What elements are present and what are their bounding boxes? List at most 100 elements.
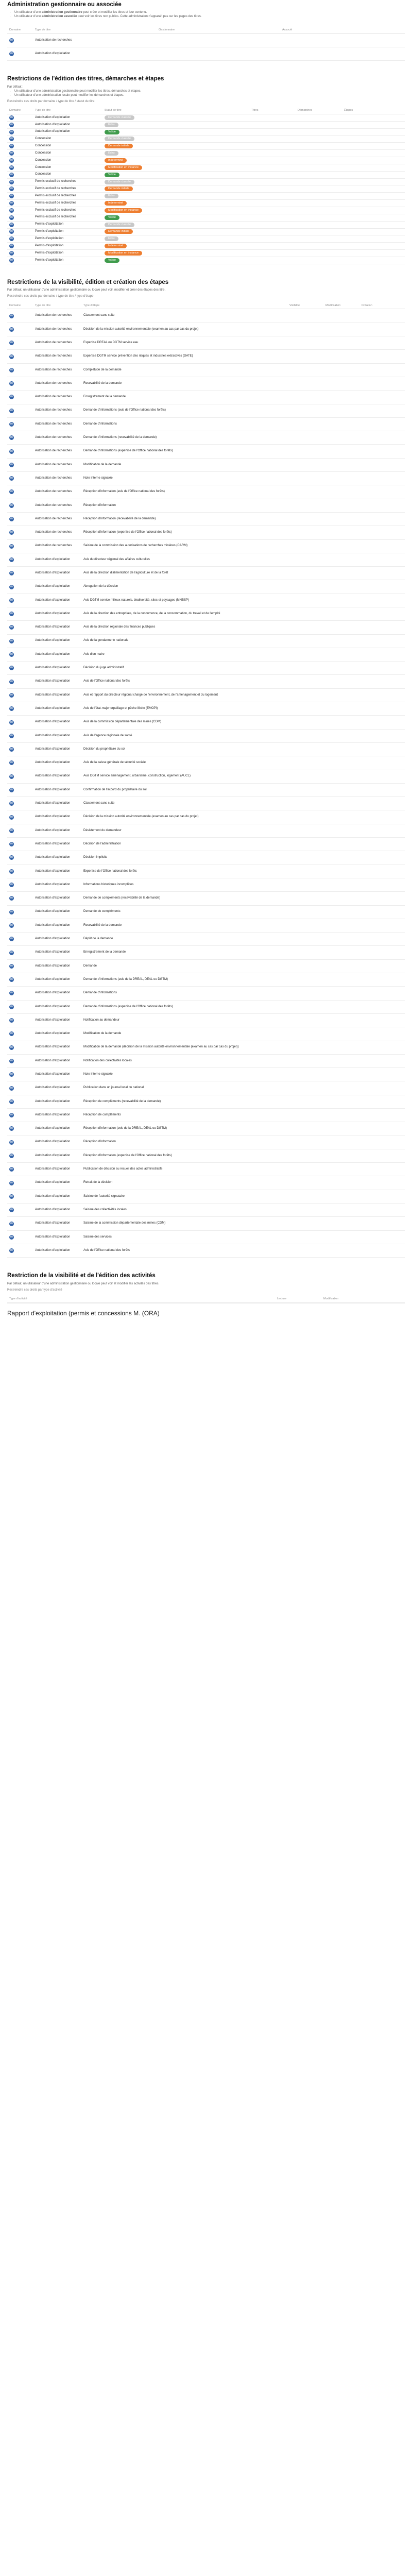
visibilite-cell[interactable]: [287, 715, 323, 730]
modification-cell[interactable]: [323, 336, 359, 350]
modification-cell[interactable]: [323, 878, 359, 892]
creation-cell[interactable]: [359, 756, 405, 770]
modification-cell[interactable]: [323, 1216, 359, 1231]
domain-badge-icon[interactable]: m: [9, 144, 14, 149]
domain-badge-icon[interactable]: m: [9, 258, 14, 263]
domain-badge-icon[interactable]: m: [9, 801, 14, 806]
creation-cell[interactable]: [359, 932, 405, 946]
demarches-cell[interactable]: [296, 142, 342, 150]
demarches-cell[interactable]: [296, 257, 342, 264]
creation-cell[interactable]: [359, 796, 405, 811]
visibilite-cell[interactable]: [287, 837, 323, 852]
visibilite-cell[interactable]: [287, 973, 323, 987]
creation-cell[interactable]: [359, 539, 405, 553]
titres-cell[interactable]: [249, 228, 296, 236]
domain-badge-icon[interactable]: m: [9, 977, 14, 982]
modification-cell[interactable]: [323, 756, 359, 770]
visibilite-cell[interactable]: [287, 444, 323, 459]
demarches-cell[interactable]: [296, 192, 342, 200]
domain-badge-icon[interactable]: m: [9, 215, 14, 220]
etapes-cell[interactable]: [342, 149, 405, 158]
domain-badge-icon[interactable]: m: [9, 692, 14, 698]
modification-cell[interactable]: [323, 417, 359, 432]
creation-cell[interactable]: [359, 905, 405, 919]
demarches-cell[interactable]: [296, 221, 342, 229]
creation-cell[interactable]: [359, 783, 405, 798]
visibilite-cell[interactable]: [287, 1190, 323, 1204]
demarches-cell[interactable]: [296, 178, 342, 186]
modification-cell[interactable]: [323, 1162, 359, 1177]
domain-badge-icon[interactable]: m: [9, 236, 14, 242]
modification-cell[interactable]: [323, 580, 359, 594]
titres-cell[interactable]: [249, 249, 296, 257]
visibilite-cell[interactable]: [287, 986, 323, 1001]
demarches-cell[interactable]: [296, 164, 342, 172]
modification-cell[interactable]: [323, 959, 359, 974]
creation-cell[interactable]: [359, 702, 405, 716]
creation-cell[interactable]: [359, 1095, 405, 1109]
modification-cell[interactable]: [323, 309, 359, 323]
modification-cell[interactable]: [323, 539, 359, 553]
visibilite-cell[interactable]: [287, 1162, 323, 1177]
creation-cell[interactable]: [359, 1149, 405, 1163]
visibilite-cell[interactable]: [287, 458, 323, 472]
modification-cell[interactable]: [323, 1081, 359, 1095]
domain-badge-icon[interactable]: m: [9, 896, 14, 901]
titres-cell[interactable]: [249, 135, 296, 143]
titres-cell[interactable]: [249, 114, 296, 122]
domain-badge-icon[interactable]: m: [9, 720, 14, 725]
visibilite-cell[interactable]: [287, 1149, 323, 1163]
creation-cell[interactable]: [359, 444, 405, 459]
modification-cell[interactable]: [323, 796, 359, 811]
visibilite-cell[interactable]: [287, 945, 323, 960]
modification-cell[interactable]: [323, 783, 359, 798]
etapes-cell[interactable]: [342, 114, 405, 122]
creation-cell[interactable]: [359, 485, 405, 499]
modification-cell[interactable]: [323, 824, 359, 838]
modification-cell[interactable]: [323, 986, 359, 1001]
visibilite-cell[interactable]: [287, 959, 323, 974]
modification-cell[interactable]: [323, 1041, 359, 1055]
domain-badge-icon[interactable]: m: [9, 1208, 14, 1213]
creation-cell[interactable]: [359, 580, 405, 594]
visibilite-cell[interactable]: [287, 810, 323, 824]
domain-badge-icon[interactable]: m: [9, 1058, 14, 1063]
visibilite-cell[interactable]: [287, 390, 323, 404]
visibilite-cell[interactable]: [287, 648, 323, 662]
etapes-cell[interactable]: [342, 235, 405, 243]
etapes-cell[interactable]: [342, 135, 405, 143]
domain-badge-icon[interactable]: m: [9, 1086, 14, 1091]
creation-cell[interactable]: [359, 1216, 405, 1231]
visibilite-cell[interactable]: [287, 865, 323, 878]
creation-cell[interactable]: [359, 1027, 405, 1041]
creation-cell[interactable]: [359, 959, 405, 974]
visibilite-cell[interactable]: [287, 1244, 323, 1258]
demarches-cell[interactable]: [296, 121, 342, 129]
creation-cell[interactable]: [359, 594, 405, 608]
domain-badge-icon[interactable]: m: [9, 638, 14, 643]
demarches-cell[interactable]: [296, 149, 342, 158]
visibilite-cell[interactable]: [287, 512, 323, 527]
demarches-cell[interactable]: [296, 171, 342, 179]
creation-cell[interactable]: [359, 945, 405, 960]
modification-cell[interactable]: [323, 973, 359, 987]
visibilite-cell[interactable]: [287, 1067, 323, 1082]
visibilite-cell[interactable]: [287, 796, 323, 811]
creation-cell[interactable]: [359, 349, 405, 364]
modification-cell[interactable]: [323, 688, 359, 703]
modification-cell[interactable]: [323, 945, 359, 960]
modification-cell[interactable]: [323, 390, 359, 404]
visibilite-cell[interactable]: [287, 783, 323, 798]
modification-cell[interactable]: [323, 1136, 359, 1149]
gestionnaire-cell[interactable]: [157, 33, 280, 48]
modification-cell[interactable]: [323, 905, 359, 919]
visibilite-cell[interactable]: [287, 580, 323, 594]
modification-cell[interactable]: [323, 323, 359, 337]
domain-badge-icon[interactable]: m: [9, 909, 14, 914]
domain-badge-icon[interactable]: m: [9, 937, 14, 942]
creation-cell[interactable]: [359, 1203, 405, 1217]
visibilite-cell[interactable]: [287, 1122, 323, 1136]
domain-badge-icon[interactable]: m: [9, 201, 14, 206]
etapes-cell[interactable]: [342, 214, 405, 222]
creation-cell[interactable]: [359, 309, 405, 323]
